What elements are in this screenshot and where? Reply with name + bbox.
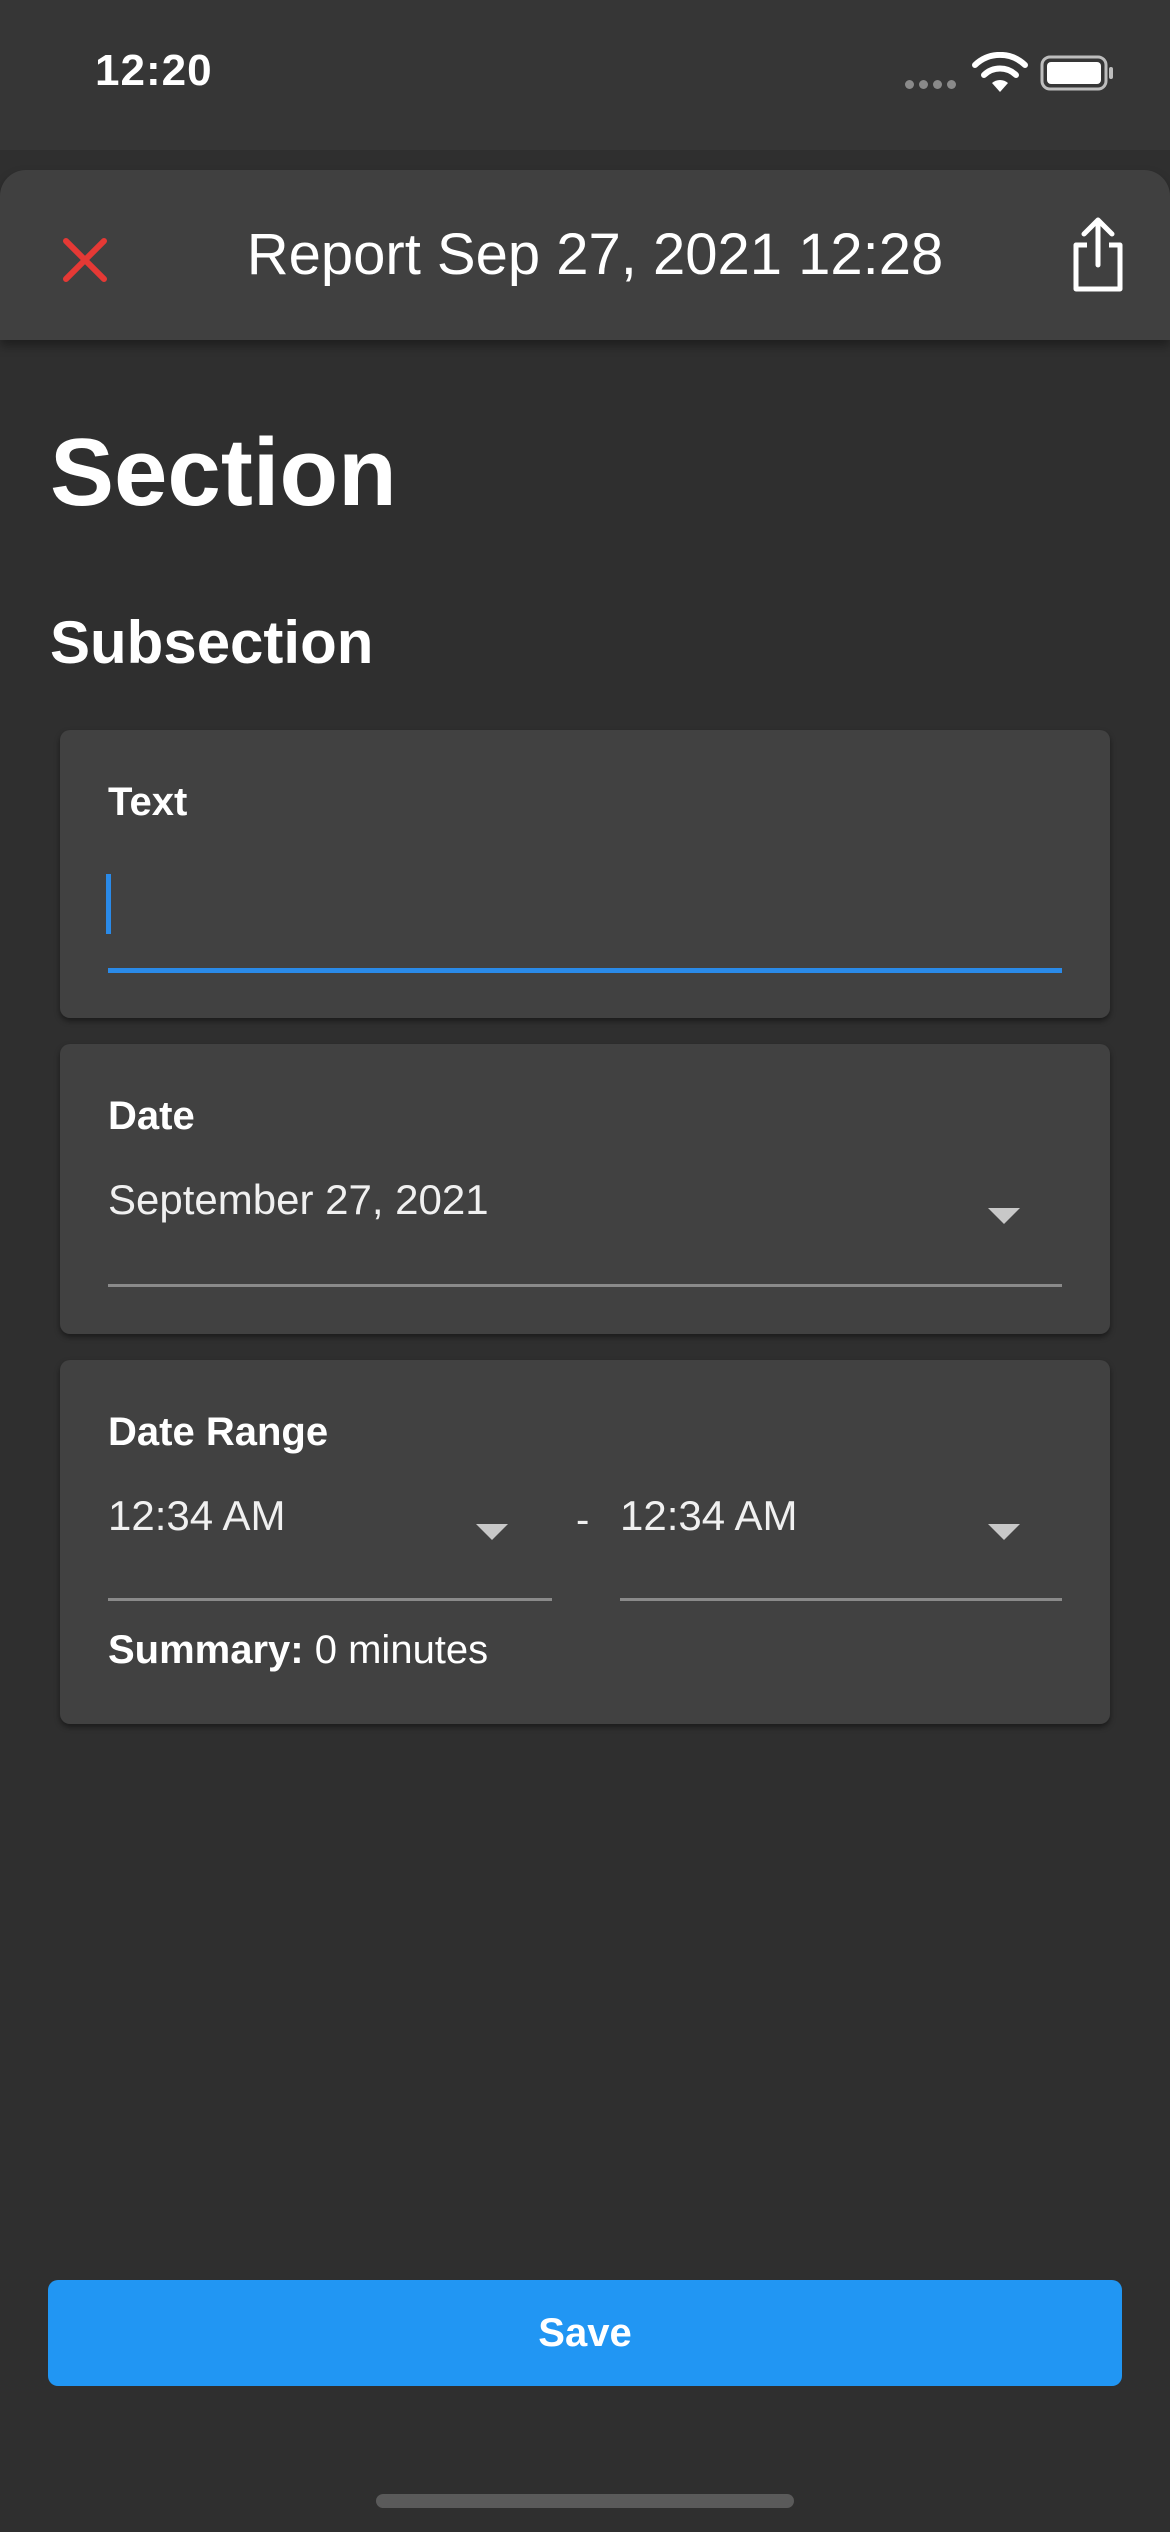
header-title: Report Sep 27, 2021 12:28 <box>246 222 944 287</box>
status-bar: 12:20 <box>0 0 1170 150</box>
chevron-down-icon[interactable] <box>988 1524 1020 1540</box>
summary-text: Summary: 0 minutes <box>108 1628 488 1673</box>
close-button[interactable] <box>50 225 120 295</box>
date-card: Date September 27, 2021 <box>60 1044 1110 1334</box>
date-label: Date <box>108 1094 195 1138</box>
subsection-title: Subsection <box>50 609 374 676</box>
date-range-card: Date Range 12:34 AM - 12:34 AM Summary: … <box>60 1360 1110 1724</box>
end-time-value[interactable]: 12:34 AM <box>620 1492 797 1540</box>
end-time-underline <box>620 1598 1062 1601</box>
date-picker-value[interactable]: September 27, 2021 <box>108 1176 489 1224</box>
start-time-underline <box>108 1598 552 1601</box>
date-picker-underline <box>108 1284 1062 1287</box>
date-range-label: Date Range <box>108 1410 329 1454</box>
text-label: Text <box>108 780 188 824</box>
save-button[interactable]: Save <box>48 2280 1122 2386</box>
status-time: 12:20 <box>95 46 213 95</box>
summary-label: Summary: <box>108 1628 304 1672</box>
battery-icon <box>1040 55 1113 91</box>
home-indicator <box>376 2494 794 2508</box>
screen: 12:20 Report Sep 27, 2021 12:28 Section … <box>0 0 1170 2532</box>
text-card: Text <box>60 730 1110 1018</box>
text-input-underline <box>108 968 1062 973</box>
summary-value: 0 minutes <box>314 1628 489 1672</box>
signal-icon <box>905 80 956 89</box>
navigation-header: Report Sep 27, 2021 12:28 <box>0 170 1170 340</box>
text-input[interactable] <box>108 880 1060 950</box>
share-icon <box>1073 217 1123 292</box>
share-button[interactable] <box>1060 215 1136 295</box>
close-icon <box>63 238 107 282</box>
start-time-value[interactable]: 12:34 AM <box>108 1492 285 1540</box>
chevron-down-icon[interactable] <box>988 1208 1020 1224</box>
range-separator: - <box>576 1498 590 1542</box>
section-title: Section <box>50 419 397 526</box>
wifi-icon <box>972 52 1028 92</box>
chevron-down-icon[interactable] <box>476 1524 508 1540</box>
